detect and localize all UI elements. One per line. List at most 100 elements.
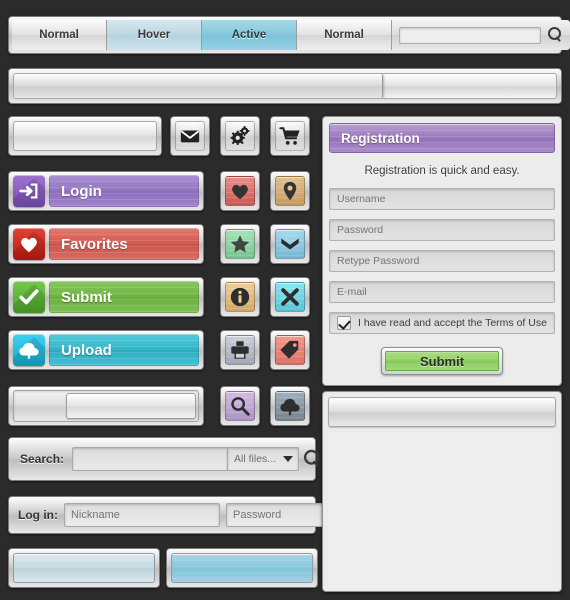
favorite-icon-face: [225, 176, 255, 206]
terms-row[interactable]: I have read and accept the Terms of Use: [329, 312, 555, 334]
heart-icon: [232, 184, 248, 200]
progress-bar: [8, 68, 562, 104]
registration-submit-wrapper: Submit: [381, 347, 503, 375]
favorites-button[interactable]: Favorites: [8, 224, 204, 264]
upload-button-bar: Upload: [49, 334, 199, 366]
tab-label: Active: [231, 29, 267, 41]
cart-button-face: [275, 121, 305, 151]
check-icon: [19, 289, 39, 305]
cloud-upload-icon-button[interactable]: [270, 386, 310, 426]
map-pin-icon: [283, 181, 297, 201]
close-icon-face: [275, 282, 305, 312]
download-heart-icon-button[interactable]: [270, 224, 310, 264]
tab-label: Hover: [137, 29, 171, 41]
registration-panel: Registration Registration is quick and e…: [322, 116, 562, 386]
cloud-upload-icon-face: [275, 391, 305, 421]
upload-button-badge: [13, 334, 45, 366]
cloud-upload-icon: [280, 398, 300, 416]
registration-username-input[interactable]: [329, 188, 555, 210]
zoom-icon-button[interactable]: [220, 386, 260, 426]
tab-bar: Normal Hover Active Normal: [8, 16, 570, 54]
state-button-hover-face: [13, 553, 155, 583]
content-panel-header[interactable]: [328, 397, 556, 427]
favorite-icon-button[interactable]: [220, 171, 260, 211]
gears-icon: [230, 126, 250, 145]
registration-email-input[interactable]: [329, 281, 555, 303]
star-icon-face: [225, 229, 255, 259]
tab-label: Normal: [324, 29, 364, 41]
search-bar-inner: Search: All files...: [14, 443, 325, 475]
info-icon: [230, 287, 250, 307]
close-x-icon: [281, 288, 299, 306]
slider-track[interactable]: [13, 390, 199, 422]
tag-icon-button[interactable]: [270, 330, 310, 370]
registration-password-input[interactable]: [329, 219, 555, 241]
nickname-input[interactable]: [63, 503, 220, 527]
location-icon-face: [275, 176, 305, 206]
magnifier-icon: [231, 397, 250, 416]
tab-active[interactable]: Active: [202, 20, 297, 50]
settings-button-face: [225, 121, 255, 151]
chevron-down-icon: [283, 456, 294, 462]
terms-checkbox[interactable]: [337, 316, 351, 330]
search-bar: Search: All files...: [8, 437, 319, 481]
star-icon-button[interactable]: [220, 224, 260, 264]
login-button-label: Login: [61, 182, 102, 200]
registration-submit-label: Submit: [419, 353, 465, 369]
content-panel-body: [328, 432, 556, 588]
file-type-select[interactable]: All files...: [227, 447, 300, 471]
cart-button[interactable]: [270, 116, 310, 156]
slider-knob[interactable]: [66, 393, 196, 419]
tab-search-container: [392, 20, 570, 50]
info-icon-face: [225, 282, 255, 312]
login-bar-label: Log in:: [18, 508, 58, 522]
search-icon: [303, 449, 321, 468]
info-icon-button[interactable]: [220, 277, 260, 317]
close-icon-button[interactable]: [270, 277, 310, 317]
login-button-bar: Login: [49, 175, 199, 207]
search-input[interactable]: [72, 447, 228, 471]
download-heart-icon-face: [275, 229, 305, 259]
heart-icon: [21, 237, 37, 253]
tag-icon-face: [275, 335, 305, 365]
tab-label: Normal: [39, 29, 79, 41]
upload-button-label: Upload: [61, 341, 112, 359]
registration-submit-button[interactable]: Submit: [385, 351, 499, 371]
login-button[interactable]: Login: [8, 171, 204, 211]
print-icon-button[interactable]: [220, 330, 260, 370]
cloud-upload-icon: [19, 342, 39, 359]
progress-fill: [14, 74, 383, 98]
state-button-hover[interactable]: [8, 548, 160, 588]
state-button-active[interactable]: [166, 548, 318, 588]
tab-normal-2[interactable]: Normal: [297, 20, 392, 50]
tab-search-input[interactable]: [399, 26, 541, 44]
submit-button-bar: Submit: [49, 281, 199, 313]
submit-button-label: Submit: [61, 288, 112, 306]
upload-button[interactable]: Upload: [8, 330, 204, 370]
mail-button[interactable]: [170, 116, 210, 156]
slider[interactable]: [8, 386, 204, 426]
zoom-icon-face: [225, 391, 255, 421]
submit-button[interactable]: Submit: [8, 277, 204, 317]
registration-title: Registration: [341, 130, 420, 146]
registration-header: Registration: [329, 123, 555, 153]
plain-wide-button[interactable]: [8, 116, 162, 156]
tab-normal-1[interactable]: Normal: [12, 20, 107, 50]
registration-retype-password-input[interactable]: [329, 250, 555, 272]
print-icon-face: [225, 335, 255, 365]
chevron-heart-icon: [281, 238, 299, 250]
star-icon: [230, 235, 250, 253]
login-arrow-icon: [19, 183, 38, 199]
tag-icon: [280, 340, 299, 359]
favorites-button-label: Favorites: [61, 235, 128, 253]
location-icon-button[interactable]: [270, 171, 310, 211]
search-label: Search:: [20, 452, 65, 466]
search-icon[interactable]: [547, 27, 563, 43]
printer-icon: [231, 341, 249, 359]
terms-label: I have read and accept the Terms of Use: [358, 317, 547, 329]
favorites-button-badge: [13, 228, 45, 260]
settings-button[interactable]: [220, 116, 260, 156]
plain-wide-button-face: [13, 121, 157, 151]
tab-hover[interactable]: Hover: [107, 20, 202, 50]
mail-button-face: [175, 121, 205, 151]
